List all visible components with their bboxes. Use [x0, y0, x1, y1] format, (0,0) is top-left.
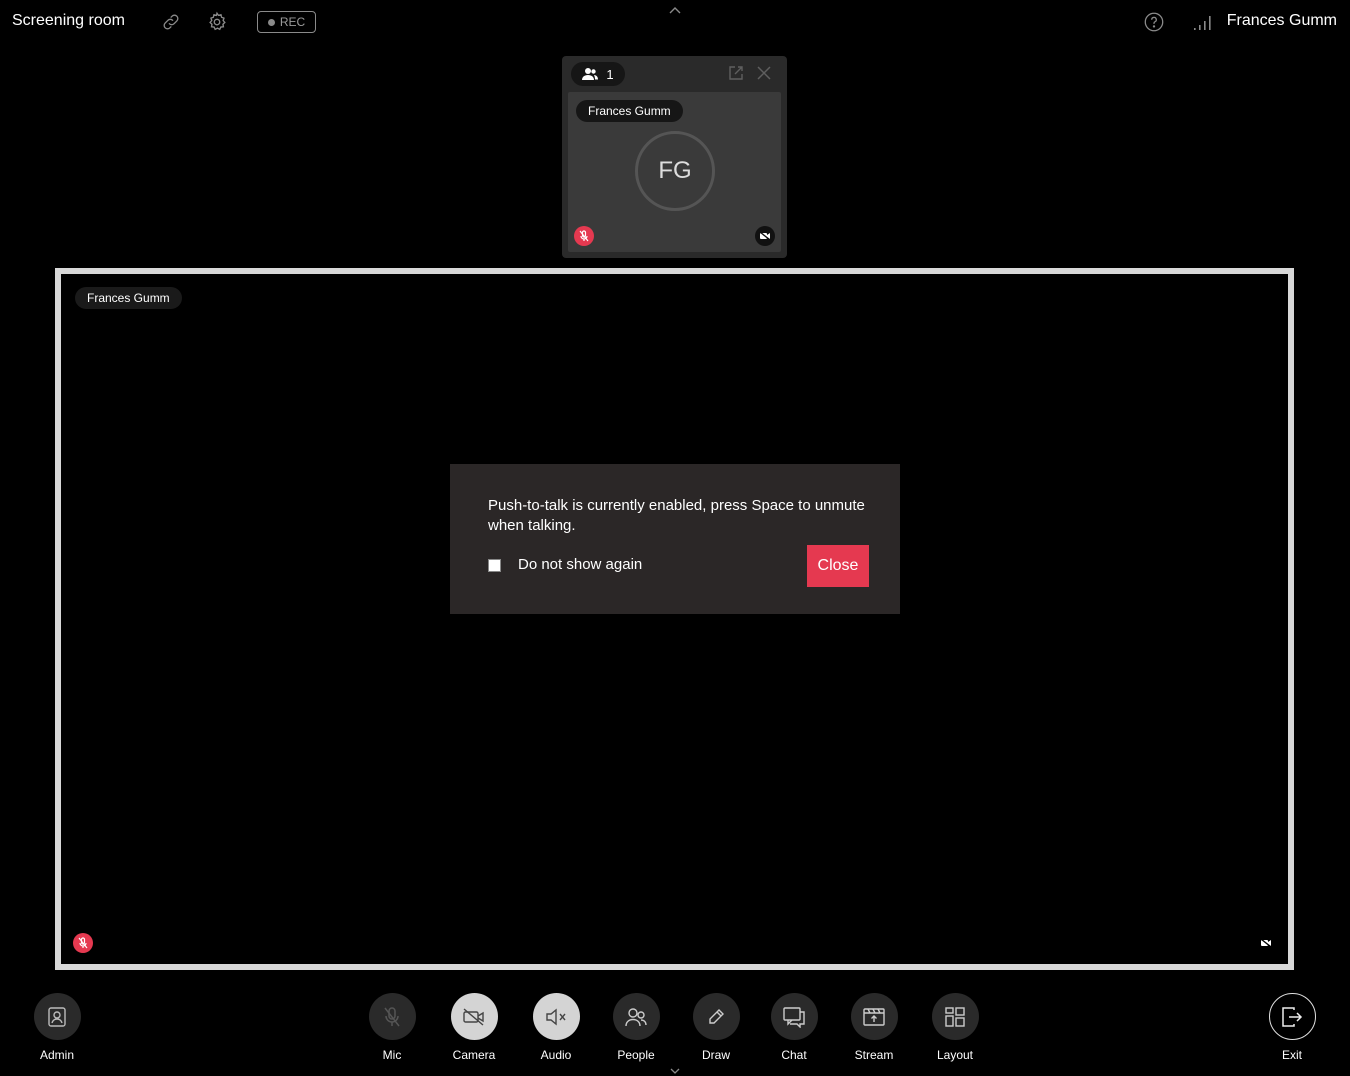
current-user-name[interactable]: Frances Gumm	[1227, 12, 1337, 30]
close-dialog-button[interactable]: Close	[807, 545, 869, 587]
layout-grid-icon	[931, 993, 979, 1040]
main-video-stage[interactable]: Frances Gumm	[55, 268, 1294, 970]
do-not-show-again-label[interactable]: Do not show again	[518, 556, 642, 573]
link-icon[interactable]	[159, 10, 183, 34]
admin-icon	[33, 993, 81, 1040]
participant-name-chip: Frances Gumm	[576, 100, 683, 122]
popout-icon[interactable]	[728, 65, 744, 81]
room-title: Screening room	[12, 12, 125, 29]
admin-button[interactable]: Admin	[17, 993, 97, 1062]
participant-tile[interactable]: Frances Gumm FG	[568, 92, 781, 252]
stream-label: Stream	[854, 1048, 894, 1062]
signal-strength-icon	[1190, 10, 1214, 34]
chat-button[interactable]: Chat	[754, 993, 834, 1062]
dialog-message: Push-to-talk is currently enabled, press…	[488, 497, 865, 534]
mic-label: Mic	[382, 1048, 402, 1062]
stage-mic-muted-icon	[73, 933, 93, 953]
participant-count: 1	[606, 66, 614, 82]
exit-button[interactable]: Exit	[1252, 993, 1332, 1062]
camera-off-toolbar-icon	[450, 993, 498, 1040]
record-button[interactable]: REC	[257, 11, 316, 33]
record-label: REC	[279, 15, 306, 29]
layout-button[interactable]: Layout	[915, 993, 995, 1062]
stage-name-chip: Frances Gumm	[75, 287, 182, 309]
chat-label: Chat	[781, 1048, 807, 1062]
people-label: People	[617, 1048, 655, 1062]
camera-button[interactable]: Camera	[434, 993, 514, 1062]
settings-gear-icon[interactable]	[205, 10, 229, 34]
participants-panel: 1 Frances Gumm FG	[562, 56, 787, 258]
participant-count-button[interactable]: 1	[571, 62, 625, 86]
exit-icon	[1268, 993, 1316, 1040]
exit-label: Exit	[1281, 1048, 1302, 1062]
stream-icon	[850, 993, 898, 1040]
people-button[interactable]: People	[596, 993, 676, 1062]
admin-label: Admin	[39, 1048, 74, 1062]
mic-off-icon	[368, 993, 416, 1040]
top-bar: Screening room REC Frances Gumm	[0, 0, 1350, 44]
push-to-talk-dialog: Push-to-talk is currently enabled, press…	[450, 464, 900, 614]
do-not-show-again-checkbox[interactable]	[488, 559, 501, 572]
mic-muted-icon	[574, 226, 594, 246]
draw-label: Draw	[701, 1048, 730, 1062]
stream-button[interactable]: Stream	[834, 993, 914, 1062]
people-icon	[582, 68, 599, 80]
audio-label: Audio	[540, 1048, 572, 1062]
collapse-up-chevron-icon[interactable]	[667, 4, 683, 16]
layout-label: Layout	[936, 1048, 974, 1062]
audio-button[interactable]: Audio	[516, 993, 596, 1062]
record-dot-icon	[267, 18, 275, 26]
pen-icon	[692, 993, 740, 1040]
collapse-down-chevron-icon[interactable]	[669, 1063, 681, 1074]
mic-button[interactable]: Mic	[352, 993, 432, 1062]
chat-icon	[770, 993, 818, 1040]
speaker-muted-icon	[532, 993, 580, 1040]
people-toolbar-icon	[612, 993, 660, 1040]
stage-camera-off-icon	[1256, 933, 1276, 953]
avatar: FG	[635, 131, 715, 211]
help-icon[interactable]	[1142, 10, 1166, 34]
draw-button[interactable]: Draw	[676, 993, 756, 1062]
close-panel-icon[interactable]	[756, 65, 772, 81]
camera-off-icon	[755, 226, 775, 246]
camera-label: Camera	[452, 1048, 496, 1062]
